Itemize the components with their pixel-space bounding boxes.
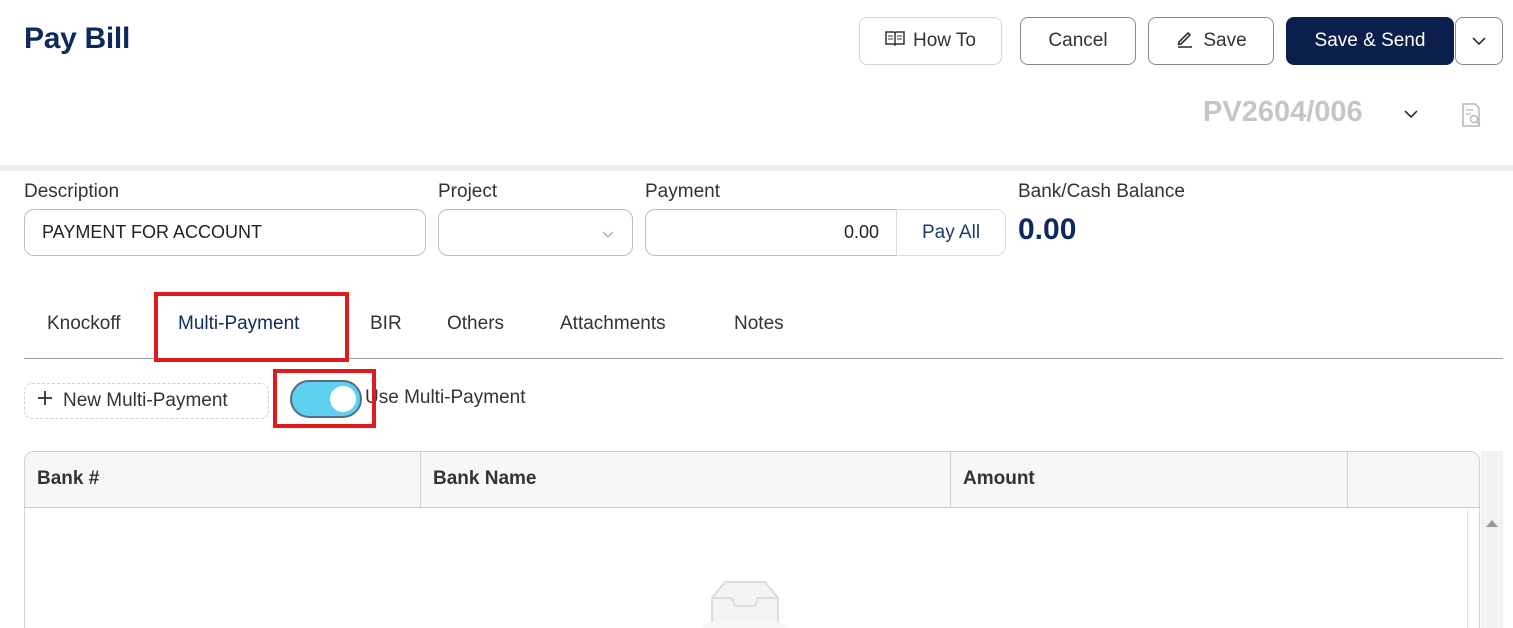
more-options-button[interactable] <box>1455 17 1503 65</box>
tab-attachments[interactable]: Attachments <box>560 313 666 335</box>
page-title: Pay Bill <box>24 22 130 55</box>
document-search-icon[interactable] <box>1461 102 1483 133</box>
balance-value: 0.00 <box>1018 213 1077 246</box>
project-label: Project <box>438 181 498 202</box>
tab-notes[interactable]: Notes <box>734 313 784 335</box>
save-and-send-label: Save & Send <box>1314 30 1426 51</box>
column-bank-name[interactable]: Bank Name <box>421 452 951 508</box>
how-to-label: How To <box>912 30 976 51</box>
column-amount[interactable]: Amount <box>951 452 1348 508</box>
payment-label: Payment <box>645 181 720 202</box>
cancel-label: Cancel <box>1048 30 1108 51</box>
payment-value: 0.00 <box>843 222 879 242</box>
project-select[interactable] <box>438 209 633 256</box>
book-icon <box>885 30 905 52</box>
tab-bir[interactable]: BIR <box>370 313 402 335</box>
save-and-send-button[interactable]: Save & Send <box>1286 17 1454 65</box>
description-field[interactable]: PAYMENT FOR ACCOUNT <box>24 209 426 256</box>
balance-label: Bank/Cash Balance <box>1018 181 1185 202</box>
table-inner-scroll-line <box>1467 510 1468 628</box>
column-bank-number[interactable]: Bank # <box>25 452 421 508</box>
cancel-button[interactable]: Cancel <box>1020 17 1136 65</box>
table-header: Bank # Bank Name Amount <box>25 452 1479 508</box>
new-multi-payment-label: New Multi-Payment <box>63 390 228 411</box>
plus-icon <box>37 390 53 412</box>
document-number-dropdown-icon[interactable] <box>1404 106 1418 124</box>
description-value: PAYMENT FOR ACCOUNT <box>42 222 263 242</box>
chevron-down-icon <box>1472 30 1486 52</box>
header-divider <box>0 165 1513 171</box>
save-button[interactable]: Save <box>1148 17 1274 65</box>
new-multi-payment-button[interactable]: New Multi-Payment <box>24 383 269 419</box>
chevron-down-icon <box>602 226 614 244</box>
document-number: PV2604/006 <box>1203 96 1363 128</box>
tab-knockoff[interactable]: Knockoff <box>47 313 121 335</box>
how-to-button[interactable]: How To <box>859 17 1002 65</box>
empty-inbox-icon <box>700 578 790 628</box>
multi-payment-tab-highlight <box>154 292 349 362</box>
save-label: Save <box>1203 30 1247 51</box>
pay-all-button[interactable]: Pay All <box>896 209 1006 256</box>
payment-input[interactable]: 0.00 <box>645 209 897 256</box>
toggle-highlight <box>273 369 376 428</box>
column-actions <box>1348 452 1479 508</box>
scroll-up-arrow-icon[interactable] <box>1485 515 1499 533</box>
pencil-icon <box>1175 28 1195 54</box>
description-label: Description <box>24 181 120 202</box>
use-multi-payment-label: Use Multi-Payment <box>365 387 526 408</box>
scrollbar-track[interactable] <box>1481 451 1503 628</box>
tab-others[interactable]: Others <box>447 313 504 335</box>
payment-group: 0.00 Pay All <box>645 209 1006 256</box>
